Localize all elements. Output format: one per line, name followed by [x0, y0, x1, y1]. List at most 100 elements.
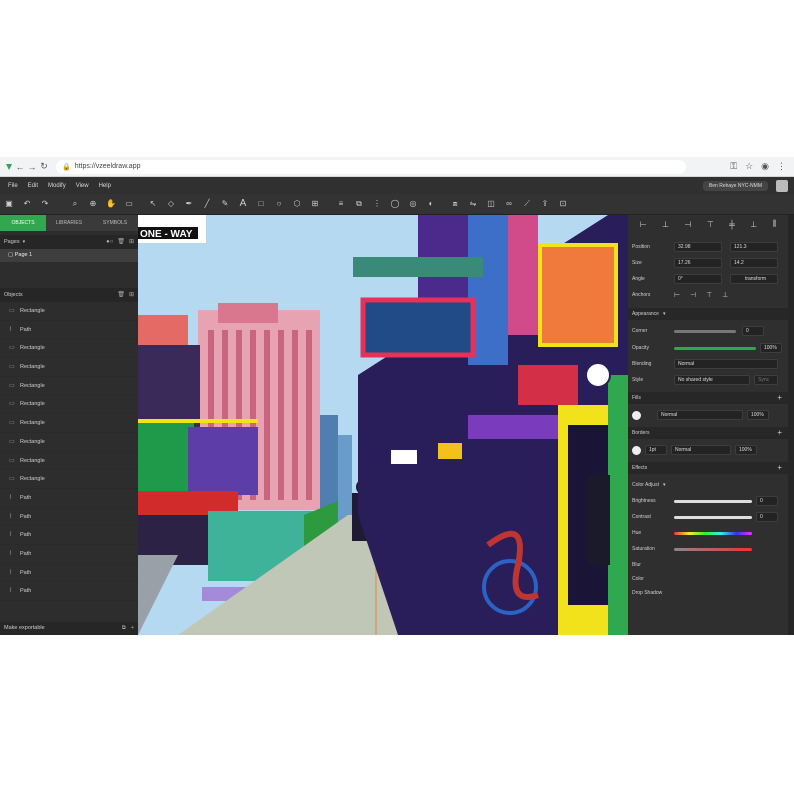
rectangle-tool-icon[interactable]: □: [254, 198, 268, 210]
boolean-union-icon[interactable]: ◎: [406, 198, 420, 210]
add-layer-icon[interactable]: ⊞: [129, 288, 134, 302]
list-item[interactable]: ▭ Rectangle: [0, 433, 138, 452]
view-mode-icon[interactable]: ▭: [122, 198, 136, 210]
border-mode-select[interactable]: Normal: [671, 445, 731, 455]
url-bar[interactable]: 🔒 https://vzeeldraw.app: [56, 159, 686, 174]
trash-icon[interactable]: 🗑: [117, 235, 125, 249]
anchor-icons[interactable]: ⊢ ⊣ ⊤ ⊥: [674, 291, 732, 299]
list-item[interactable]: ⌇ Path: [0, 545, 138, 564]
star-icon[interactable]: ☆: [745, 161, 753, 172]
add-export-icon[interactable]: +: [131, 622, 134, 635]
list-item[interactable]: ⌇ Path: [0, 489, 138, 508]
style-select[interactable]: No shared style: [674, 375, 750, 385]
forward-icon[interactable]: →: [26, 162, 38, 172]
mask-icon[interactable]: ◫: [484, 198, 498, 210]
crop-tool-icon[interactable]: ⊞: [308, 198, 322, 210]
size-h-field[interactable]: 14.2: [730, 258, 778, 268]
pen-tool-icon[interactable]: ✒: [182, 198, 196, 210]
align-center-icon[interactable]: ⊥: [662, 220, 669, 229]
list-item[interactable]: ▭ Rectangle: [0, 470, 138, 489]
align-middle-icon[interactable]: ╪: [729, 220, 735, 229]
chevron-down-icon[interactable]: ▾: [23, 235, 26, 249]
back-icon[interactable]: ←: [14, 162, 26, 172]
corner-slider[interactable]: [674, 329, 736, 333]
border-swatch[interactable]: [632, 445, 641, 455]
brush-tool-icon[interactable]: ╱: [200, 198, 214, 210]
frame-icon[interactable]: ⊡: [556, 198, 570, 210]
border-opacity-field[interactable]: 100%: [735, 445, 757, 455]
reload-icon[interactable]: ↻: [38, 161, 50, 172]
fill-opacity-field[interactable]: 100%: [747, 410, 769, 420]
scrollbar[interactable]: [788, 215, 794, 635]
pointer-icon[interactable]: ↖: [146, 198, 160, 210]
add-page-icon[interactable]: ⊞: [129, 235, 134, 249]
sync-button[interactable]: Sync: [754, 375, 778, 385]
export-icon[interactable]: ⇪: [538, 198, 552, 210]
undo-icon[interactable]: ↶: [20, 198, 34, 210]
align-left-icon[interactable]: ⊢: [640, 220, 647, 229]
align-top-icon[interactable]: ⊤: [707, 220, 714, 229]
flip-icon[interactable]: ⇋: [466, 198, 480, 210]
opacity-slider[interactable]: [674, 346, 756, 350]
circle-icon[interactable]: ◯: [388, 198, 402, 210]
save-icon[interactable]: ▣: [2, 198, 16, 210]
brightness-field[interactable]: 0: [756, 496, 778, 506]
list-item[interactable]: ▭ Rectangle: [0, 339, 138, 359]
list-item[interactable]: ⌇ Path: [0, 582, 138, 601]
opacity-field[interactable]: 100%: [760, 343, 782, 353]
arrange-icon[interactable]: ⧈: [448, 198, 462, 210]
user-chip[interactable]: Ben Rehaye NYC-NMM: [702, 180, 768, 191]
boolean-subtract-icon[interactable]: ◐: [424, 198, 438, 210]
add-effect-icon[interactable]: +: [777, 462, 782, 474]
canvas[interactable]: ONE - WAY: [138, 215, 628, 635]
group-icon[interactable]: ⧉: [352, 198, 366, 210]
trash-icon[interactable]: 🗑: [117, 288, 125, 302]
saturation-slider[interactable]: [674, 547, 752, 551]
list-item[interactable]: ▭ Rectangle: [0, 377, 138, 396]
menu-view[interactable]: View: [76, 183, 89, 189]
avatar[interactable]: [776, 179, 788, 192]
pencil-tool-icon[interactable]: ✎: [218, 198, 232, 210]
hue-slider[interactable]: [674, 531, 752, 535]
distribute-icon[interactable]: ⫼: [773, 219, 777, 229]
contrast-slider[interactable]: [674, 515, 752, 519]
align-right-icon[interactable]: ⊣: [684, 220, 691, 229]
tab-libraries[interactable]: LIBRARIES: [46, 215, 92, 231]
list-item[interactable]: ▭ Rectangle: [0, 452, 138, 471]
position-x-field[interactable]: 32.98: [674, 242, 722, 252]
shape-tool-icon[interactable]: ◇: [164, 198, 178, 210]
redo-icon[interactable]: ↷: [38, 198, 52, 210]
account-icon[interactable]: ◉: [761, 161, 769, 172]
contrast-field[interactable]: 0: [756, 512, 778, 522]
brightness-slider[interactable]: [674, 499, 752, 503]
toggle-icon[interactable]: ●○: [106, 235, 113, 249]
artwork[interactable]: ONE - WAY: [138, 215, 628, 635]
align-bottom-icon[interactable]: ⊥: [750, 220, 757, 229]
align-icon[interactable]: ≡: [334, 198, 348, 210]
list-item[interactable]: ▭ Rectangle: [0, 302, 138, 321]
path-ops-icon[interactable]: ⟋: [520, 198, 534, 210]
position-y-field[interactable]: 121.3: [730, 242, 778, 252]
text-tool-icon[interactable]: A: [236, 198, 250, 210]
tab-symbols[interactable]: SYMBOLS: [92, 215, 138, 231]
make-exportable-button[interactable]: Make exportable: [4, 622, 45, 635]
size-w-field[interactable]: 17.26: [674, 258, 722, 268]
fill-mode-select[interactable]: Normal: [657, 410, 743, 420]
add-border-icon[interactable]: +: [777, 427, 782, 439]
slice-icon[interactable]: ⧉: [122, 622, 126, 635]
zoom-icon[interactable]: ⌕: [68, 198, 82, 210]
corner-field[interactable]: 0: [742, 326, 764, 336]
blending-select[interactable]: Normal: [674, 359, 778, 369]
tab-objects[interactable]: OBJECTS: [0, 215, 46, 231]
distribute-icon[interactable]: ⋮: [370, 198, 384, 210]
chevron-down-icon[interactable]: ▾: [663, 308, 666, 320]
list-item[interactable]: ▭ Rectangle: [0, 358, 138, 377]
list-item[interactable]: ⌇ Path: [0, 526, 138, 545]
polygon-tool-icon[interactable]: ⬡: [290, 198, 304, 210]
menu-modify[interactable]: Modify: [48, 183, 66, 189]
list-item[interactable]: ⌇ Path: [0, 564, 138, 583]
browser-menu-icon[interactable]: ⋮: [777, 161, 786, 172]
add-fill-icon[interactable]: +: [777, 392, 782, 404]
link-icon[interactable]: ∞: [502, 198, 516, 210]
ellipse-tool-icon[interactable]: ○: [272, 198, 286, 210]
